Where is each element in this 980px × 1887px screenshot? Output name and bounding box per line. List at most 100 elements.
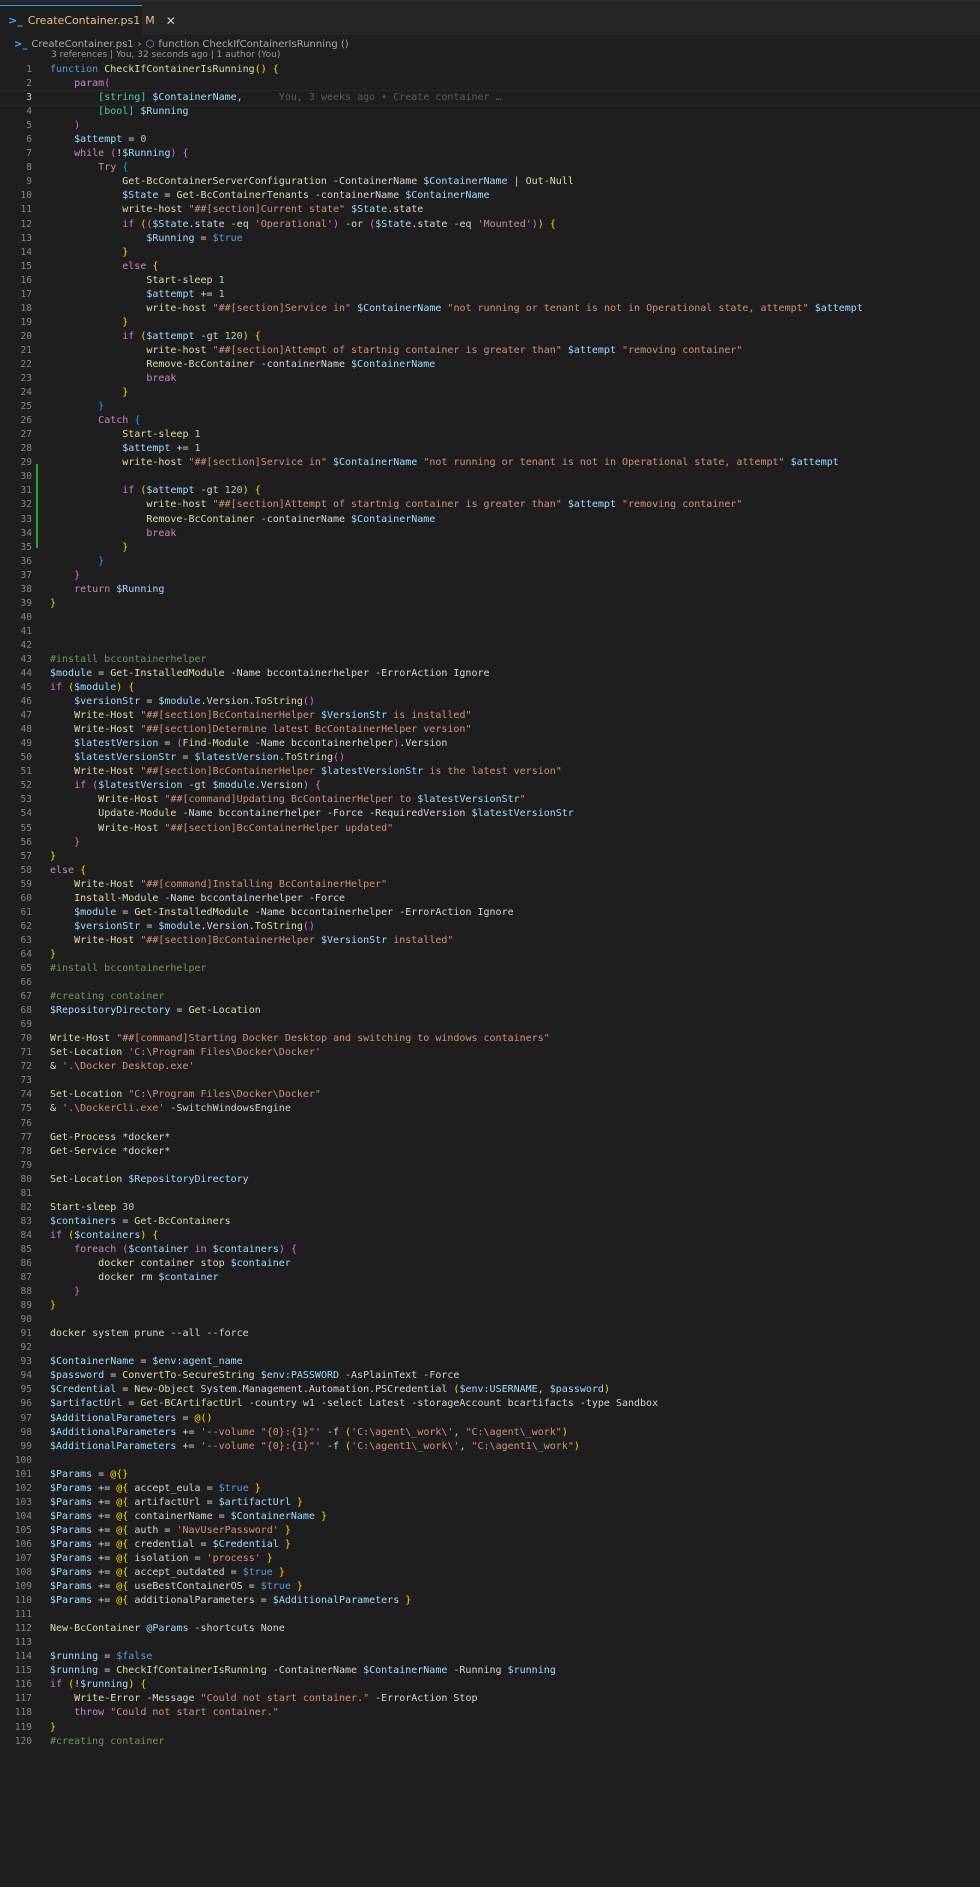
code-line[interactable]: 45 if ($module) { xyxy=(0,681,980,695)
code-line[interactable]: 66 xyxy=(0,976,980,990)
code-line[interactable]: 97 $AdditionalParameters = @() xyxy=(0,1412,980,1426)
code-line[interactable]: 54 Update-Module -Name bccontainerhelper… xyxy=(0,807,980,821)
code-line[interactable]: 35 } xyxy=(0,541,980,555)
code-line[interactable]: 26 Catch { xyxy=(0,414,980,428)
code-line[interactable]: 85 foreach ($container in $containers) { xyxy=(0,1243,980,1257)
code-line[interactable]: 59 Write-Host "##[command]Installing BcC… xyxy=(0,878,980,892)
code-line[interactable]: 43 #install bccontainerhelper xyxy=(0,653,980,667)
code-line[interactable]: 31 if ($attempt -gt 120) { xyxy=(0,484,980,498)
code-line[interactable]: 20 if ($attempt -gt 120) { xyxy=(0,330,980,344)
code-line[interactable]: 6 $attempt = 0 xyxy=(0,133,980,147)
code-line[interactable]: 52 if ($latestVersion -gt $module.Versio… xyxy=(0,779,980,793)
code-line[interactable]: 96 $artifactUrl = Get-BCArtifactUrl -coun… xyxy=(0,1397,980,1411)
code-line[interactable]: 93 $ContainerName = $env:agent_name xyxy=(0,1355,980,1369)
code-line[interactable]: 19 } xyxy=(0,316,980,330)
codelens[interactable]: 3 references | You, 32 seconds ago | 1 a… xyxy=(51,50,280,63)
code-line[interactable]: 75 & '.\DockerCli.exe' -SwitchWindowsEngi… xyxy=(0,1102,980,1116)
code-line[interactable]: 117 Write-Error -Message "Could not star… xyxy=(0,1692,980,1706)
code-line[interactable]: 64} xyxy=(0,948,980,962)
code-line[interactable]: 28 $attempt += 1 xyxy=(0,442,980,456)
code-line[interactable]: 8 Try { xyxy=(0,161,980,175)
code-line[interactable]: 116 if (!$running) { xyxy=(0,1678,980,1692)
code-line[interactable]: 118 throw "Could not start container." xyxy=(0,1706,980,1720)
code-line[interactable]: 82 Start-sleep 30 xyxy=(0,1201,980,1215)
code-line[interactable]: 11 write-host "##[section]Current state"… xyxy=(0,203,980,217)
code-line[interactable]: 106 $Params += @{ credential = $Credentia… xyxy=(0,1538,980,1552)
breadcrumb-symbol[interactable]: function CheckIfContainerIsRunning () xyxy=(158,39,348,50)
code-line[interactable]: 50 $latestVersionStr = $latestVersion.To… xyxy=(0,751,980,765)
code-line[interactable]: 36 } xyxy=(0,555,980,569)
code-line[interactable]: 3 [string] $ContainerName, You, 3 weeks … xyxy=(0,90,980,107)
code-line[interactable]: 51 Write-Host "##[section]BcContainerHel… xyxy=(0,765,980,779)
code-line[interactable]: 55 Write-Host "##[section]BcContainerHel… xyxy=(0,822,980,836)
code-line[interactable]: 42 xyxy=(0,639,980,653)
code-editor[interactable]: 1 function CheckIfContainerIsRunning() { 2… xyxy=(0,63,980,1749)
code-line[interactable]: 71 Set-Location 'C:\Program Files\Docker\… xyxy=(0,1046,980,1060)
code-line[interactable]: 22 Remove-BcContainer -containerName $Co… xyxy=(0,358,980,372)
code-line[interactable]: 18 write-host "##[section]Service in" $C… xyxy=(0,302,980,316)
code-line[interactable]: 16 Start-sleep 1 xyxy=(0,274,980,288)
code-line[interactable]: 91 docker system prune --all --force xyxy=(0,1327,980,1341)
code-line[interactable]: 100 xyxy=(0,1454,980,1468)
code-line[interactable]: 74 Set-Location "C:\Program Files\Docker\… xyxy=(0,1088,980,1102)
code-line[interactable]: 77 Get-Process *docker* xyxy=(0,1131,980,1145)
code-line[interactable]: 79 xyxy=(0,1159,980,1173)
code-line[interactable]: 105 $Params += @{ auth = 'NavUserPassword… xyxy=(0,1524,980,1538)
code-line[interactable]: 34 break xyxy=(0,527,980,541)
code-line[interactable]: 40 xyxy=(0,611,980,625)
code-line[interactable]: 110 $Params += @{ additionalParameters = … xyxy=(0,1594,980,1608)
code-line[interactable]: 57} xyxy=(0,850,980,864)
code-line[interactable]: 21 write-host "##[section]Attempt of sta… xyxy=(0,344,980,358)
code-line[interactable]: 113 xyxy=(0,1636,980,1650)
code-line[interactable]: 60 Install-Module -Name bccontainerhelpe… xyxy=(0,892,980,906)
code-line[interactable]: 44 $module = Get-InstalledModule -Name bc… xyxy=(0,667,980,681)
code-line[interactable]: 49 $latestVersion = (Find-Module -Name b… xyxy=(0,737,980,751)
code-line[interactable]: 88 } xyxy=(0,1285,980,1299)
code-line[interactable]: 27 Start-sleep 1 xyxy=(0,428,980,442)
code-line[interactable]: 41 xyxy=(0,625,980,639)
code-line[interactable]: 120 #creating container xyxy=(0,1735,980,1749)
code-line[interactable]: 109 $Params += @{ useBestContainerOS = $t… xyxy=(0,1580,980,1594)
code-line[interactable]: 80 Set-Location $RepositoryDirectory xyxy=(0,1173,980,1187)
code-line[interactable]: 86 docker container stop $container xyxy=(0,1257,980,1271)
code-line[interactable]: 99 $AdditionalParameters += '--volume "{0… xyxy=(0,1440,980,1454)
code-line[interactable]: 62 $versionStr = $module.Version.ToStrin… xyxy=(0,920,980,934)
code-line[interactable]: 68 $RepositoryDirectory = Get-Location xyxy=(0,1004,980,1018)
code-line[interactable]: 63 Write-Host "##[section]BcContainerHel… xyxy=(0,934,980,948)
code-line[interactable]: 65 #install bccontainerhelper xyxy=(0,962,980,976)
code-line[interactable]: 9 Get-BcContainerServerConfiguration -Co… xyxy=(0,175,980,189)
code-line[interactable]: 33 Remove-BcContainer -containerName $Co… xyxy=(0,513,980,527)
code-line[interactable]: 114 $running = $false xyxy=(0,1650,980,1664)
code-line[interactable]: 38 return $Running xyxy=(0,583,980,597)
code-line[interactable]: 104 $Params += @{ containerName = $Contai… xyxy=(0,1510,980,1524)
code-line[interactable]: 101 $Params = @{} xyxy=(0,1468,980,1482)
code-line[interactable]: 47 Write-Host "##[section]BcContainerHel… xyxy=(0,709,980,723)
code-line[interactable]: 7 while (!$Running) { xyxy=(0,147,980,161)
code-line[interactable]: 30 xyxy=(0,470,980,484)
code-line[interactable]: 89} xyxy=(0,1299,980,1313)
code-line[interactable]: 5 ) xyxy=(0,119,980,133)
code-line[interactable]: 56 } xyxy=(0,836,980,850)
code-line[interactable]: 23 break xyxy=(0,372,980,386)
close-icon[interactable]: ✕ xyxy=(166,14,176,28)
code-line[interactable]: 53 Write-Host "##[command]Updating BcCon… xyxy=(0,793,980,807)
code-line[interactable]: 69 xyxy=(0,1018,980,1032)
code-line[interactable]: 14 } xyxy=(0,246,980,260)
code-line[interactable]: 48 Write-Host "##[section]Determine late… xyxy=(0,723,980,737)
code-line[interactable]: 12 if (($State.state -eq 'Operational') … xyxy=(0,218,980,232)
code-line[interactable]: 83 $containers = Get-BcContainers xyxy=(0,1215,980,1229)
code-line[interactable]: 78 Get-Service *docker* xyxy=(0,1145,980,1159)
code-line[interactable]: 102 $Params += @{ accept_eula = $true } xyxy=(0,1482,980,1496)
code-line[interactable]: 115 $running = CheckIfContainerIsRunning … xyxy=(0,1664,980,1678)
breadcrumb-file[interactable]: CreateContainer.ps1 xyxy=(31,39,133,50)
code-line[interactable]: 25 } xyxy=(0,400,980,414)
code-line[interactable]: 103 $Params += @{ artifactUrl = $artifact… xyxy=(0,1496,980,1510)
code-line[interactable]: 90 xyxy=(0,1313,980,1327)
code-line[interactable]: 13 $Running = $true xyxy=(0,232,980,246)
code-line[interactable]: 111 xyxy=(0,1608,980,1622)
code-line[interactable]: 1 function CheckIfContainerIsRunning() { xyxy=(0,63,980,77)
tab-createcontainer[interactable]: >_ CreateContainer.ps1 M ✕ xyxy=(0,5,176,35)
code-line[interactable]: 67 #creating container xyxy=(0,990,980,1004)
code-line[interactable]: 10 $State = Get-BcContainerTenants -cont… xyxy=(0,189,980,203)
code-line[interactable]: 107 $Params += @{ isolation = 'process' } xyxy=(0,1552,980,1566)
